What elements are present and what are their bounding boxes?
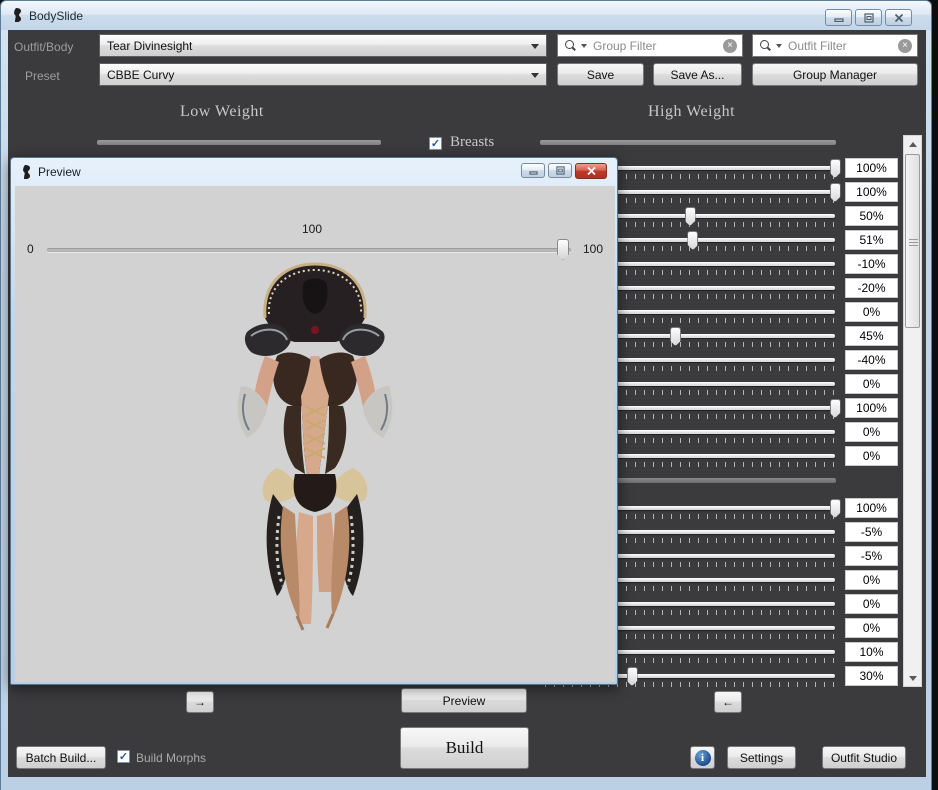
preview-close-button[interactable] xyxy=(575,163,607,179)
preview-window: Preview 100 0 100 xyxy=(10,157,618,685)
batch-build-button[interactable]: Batch Build... xyxy=(16,746,106,769)
scrollbar-grip-icon xyxy=(909,239,918,246)
about-button[interactable]: i xyxy=(690,746,715,769)
info-icon: i xyxy=(694,749,711,766)
slider-panel-scrollbar[interactable] xyxy=(903,135,922,687)
preview-window-title: Preview xyxy=(38,165,81,179)
slider-value-box[interactable]: 0% xyxy=(845,374,898,394)
search-dropdown-icon xyxy=(776,43,782,48)
weight-slider-min-label: 0 xyxy=(27,242,34,256)
slider-value-box[interactable]: 10% xyxy=(845,642,898,662)
weight-slider-track[interactable] xyxy=(47,248,571,252)
slider-value-box[interactable]: 100% xyxy=(845,182,898,202)
preview-minimize-button[interactable] xyxy=(521,163,545,178)
category-divider xyxy=(97,140,381,145)
slider-value-box[interactable]: 50% xyxy=(845,206,898,226)
maximize-icon xyxy=(863,12,874,23)
close-icon xyxy=(586,166,596,176)
preview-viewport[interactable]: 100 0 100 xyxy=(15,186,615,682)
scrollbar-thumb[interactable] xyxy=(905,154,920,328)
close-icon xyxy=(894,13,903,22)
slider-value-box[interactable]: -20% xyxy=(845,278,898,298)
search-icon xyxy=(564,39,578,53)
slider-value-box[interactable]: 0% xyxy=(845,422,898,442)
category-divider xyxy=(540,140,836,145)
search-dropdown-icon xyxy=(581,43,587,48)
slider-value-box[interactable]: 0% xyxy=(845,618,898,638)
clear-icon[interactable]: × xyxy=(723,39,737,53)
outfit-filter-input[interactable]: Outfit Filter × xyxy=(752,34,918,57)
preview-maximize-button[interactable] xyxy=(548,163,572,178)
slider-value-box[interactable]: 30% xyxy=(845,666,898,686)
slider-value-box[interactable]: 0% xyxy=(845,570,898,590)
clear-icon[interactable]: × xyxy=(898,39,912,53)
maximize-icon xyxy=(555,166,565,175)
weight-slider-thumb[interactable] xyxy=(557,239,569,260)
slider-value-box[interactable]: 100% xyxy=(845,398,898,418)
window-title: BodySlide xyxy=(29,9,84,23)
slider-value-box[interactable]: 45% xyxy=(845,326,898,346)
close-button[interactable] xyxy=(885,9,912,26)
settings-button[interactable]: Settings xyxy=(727,746,796,769)
high-weight-header: High Weight xyxy=(648,103,736,120)
group-manager-button[interactable]: Group Manager xyxy=(752,63,918,86)
scroll-down-button[interactable] xyxy=(904,670,921,686)
group-filter-placeholder: Group Filter xyxy=(593,38,657,53)
outfit-body-combo[interactable]: Tear Divinesight xyxy=(99,34,547,57)
scroll-up-button[interactable] xyxy=(904,136,921,152)
slider-value-box[interactable]: -10% xyxy=(845,254,898,274)
low-weight-header: Low Weight xyxy=(180,103,264,120)
slider-value-box[interactable]: 51% xyxy=(845,230,898,250)
preset-combo[interactable]: CBBE Curvy xyxy=(99,63,547,86)
outfit-studio-button[interactable]: Outfit Studio xyxy=(822,746,906,769)
minimize-icon xyxy=(528,170,538,175)
breasts-checkbox[interactable]: ✓ xyxy=(429,137,442,150)
slider-value-box[interactable]: -5% xyxy=(845,522,898,542)
chevron-down-icon xyxy=(531,44,539,49)
preview-titlebar[interactable]: Preview xyxy=(11,158,617,185)
breasts-category-label: Breasts xyxy=(450,134,495,150)
save-as-button[interactable]: Save As... xyxy=(653,63,742,86)
slider-value-box[interactable]: 100% xyxy=(845,498,898,518)
build-button[interactable]: Build xyxy=(400,727,529,769)
minimize-button[interactable] xyxy=(825,9,852,26)
slider-value-box[interactable]: 0% xyxy=(845,594,898,614)
save-button[interactable]: Save xyxy=(557,63,644,86)
search-icon xyxy=(759,39,773,53)
group-filter-input[interactable]: Group Filter × xyxy=(557,34,743,57)
bodyslide-app-icon xyxy=(14,8,21,22)
build-morphs-checkbox[interactable]: ✓ xyxy=(117,750,130,763)
outfit-filter-placeholder: Outfit Filter xyxy=(788,38,847,53)
copy-to-low-button[interactable]: ← xyxy=(714,691,742,713)
weight-slider-max-label: 100 xyxy=(583,242,604,256)
preview-button[interactable]: Preview xyxy=(401,688,527,713)
slider-value-box[interactable]: -5% xyxy=(845,546,898,566)
slider-value-box[interactable]: 0% xyxy=(845,446,898,466)
slider-value-box[interactable]: 0% xyxy=(845,302,898,322)
preset-combo-value: CBBE Curvy xyxy=(107,67,175,82)
weight-slider-value: 100 xyxy=(302,222,323,236)
character-model-render[interactable] xyxy=(207,256,422,641)
build-morphs-label: Build Morphs xyxy=(136,751,207,765)
outfit-body-label: Outfit/Body xyxy=(14,40,74,54)
main-titlebar[interactable]: BodySlide xyxy=(1,1,931,30)
screen: BodySlide Outfit/Body Tear Divinesight G… xyxy=(0,0,938,790)
slider-value-box[interactable]: -40% xyxy=(845,350,898,370)
copy-to-high-button[interactable]: → xyxy=(186,691,214,713)
bodyslide-app-icon xyxy=(23,165,30,179)
triangle-down-icon xyxy=(908,675,917,681)
triangle-up-icon xyxy=(908,141,917,147)
maximize-button[interactable] xyxy=(855,9,882,26)
minimize-icon xyxy=(833,18,844,22)
chevron-down-icon xyxy=(531,73,539,78)
outfit-body-combo-value: Tear Divinesight xyxy=(107,38,193,53)
slider-value-box[interactable]: 100% xyxy=(845,158,898,178)
preset-label: Preset xyxy=(25,69,60,83)
